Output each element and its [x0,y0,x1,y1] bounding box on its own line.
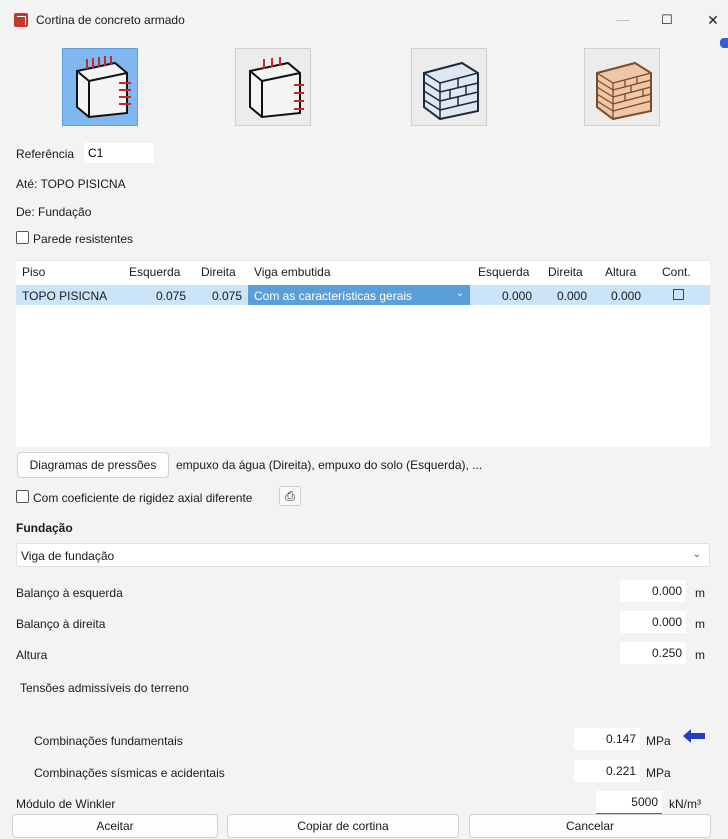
block-wall-icon [423,61,479,121]
ate-label: Até: TOPO PISICNA [16,177,126,191]
comb-sismicas-input[interactable]: 0.221 [574,760,640,782]
cancelar-button[interactable]: Cancelar [469,814,711,838]
comb-sismicas-label: Combinações sísmicas e acidentais [34,766,225,780]
fundacao-type-select[interactable]: Viga de fundação ⌄ [16,543,710,567]
arrow-left-icon[interactable] [683,729,705,743]
copiar-cortina-button[interactable]: Copiar de cortina [227,814,459,838]
balanco-direita-unit: m [695,617,705,631]
rigidez-label: Com coeficiente de rigidez axial diferen… [33,491,253,505]
col-header-esquerda[interactable]: Esquerda [129,265,180,279]
floors-grid: Piso Esquerda Direita Viga embutida Esqu… [16,260,710,447]
side-indicator [720,38,728,48]
viga-embutida-value: Com as características gerais [254,289,413,303]
winkler-label: Módulo de Winkler [16,797,116,811]
wall-type-block-button[interactable] [411,48,487,126]
chevron-down-icon: ⌄ [455,288,464,299]
fundacao-heading: Fundação [16,521,73,535]
de-label: De: Fundação [16,205,92,219]
print-icon[interactable]: ⎙ [279,486,301,506]
reference-label: Referência [16,147,75,161]
comb-fundamentais-input[interactable]: 0.147 [574,728,640,750]
col-header-altura[interactable]: Altura [605,265,636,279]
cell-direita[interactable]: 0.075 [186,289,242,303]
col-header-direita-2[interactable]: Direita [548,265,583,279]
wall-type-concrete-right-button[interactable] [235,48,311,126]
balanco-esquerda-input[interactable]: 0.000 [620,580,686,602]
wall-type-concrete-both-button[interactable] [62,48,138,126]
cont-checkbox[interactable] [673,289,684,300]
balanco-esquerda-label: Balanço à esquerda [16,586,123,600]
parede-resistentes-checkbox[interactable] [16,231,29,244]
brick-wall-icon [596,61,652,121]
app-icon [14,13,28,27]
altura-input[interactable]: 0.250 [620,642,686,664]
table-row[interactable]: TOPO PISICNA 0.075 0.075 Com as caracter… [16,285,710,305]
col-header-viga-embutida[interactable]: Viga embutida [254,265,331,279]
concrete-wall-thrust-both-icon [76,56,131,119]
col-header-esquerda-2[interactable]: Esquerda [478,265,529,279]
viga-embutida-select[interactable]: Com as características gerais ⌄ [248,285,470,305]
parede-resistentes-label: Parede resistentes [33,232,134,246]
close-button[interactable]: ✕ [698,8,728,32]
col-header-direita[interactable]: Direita [201,265,236,279]
tensoes-label: Tensões admissíveis do terreno [20,681,189,695]
cell-altura[interactable]: 0.000 [587,289,641,303]
concrete-wall-thrust-right-icon [249,57,304,119]
balanco-direita-input[interactable]: 0.000 [620,611,686,633]
chevron-down-icon: ⌄ [692,549,701,560]
wall-type-brick-button[interactable] [584,48,660,126]
winkler-input[interactable]: 5000 [596,791,662,815]
rigidez-checkbox[interactable] [16,490,29,503]
winkler-unit: kN/m³ [669,797,701,811]
col-header-piso[interactable]: Piso [22,265,45,279]
window-title: Cortina de concreto armado [36,13,185,27]
cell-piso[interactable]: TOPO PISICNA [22,289,107,303]
col-header-cont[interactable]: Cont. [662,265,691,279]
balanco-direita-label: Balanço à direita [16,617,106,631]
title-bar: Cortina de concreto armado — ☐ ✕ [0,0,728,40]
altura-label: Altura [16,648,48,662]
comb-fundamentais-label: Combinações fundamentais [34,734,183,748]
altura-unit: m [695,648,705,662]
minimize-button[interactable]: — [608,8,638,32]
fundacao-type-value: Viga de fundação [21,549,115,563]
reference-input[interactable] [84,143,154,163]
pressure-diagrams-button[interactable]: Diagramas de pressões [17,452,169,478]
maximize-button[interactable]: ☐ [652,8,682,32]
cell-esquerda-2[interactable]: 0.000 [472,289,532,303]
balanco-esquerda-unit: m [695,586,705,600]
comb-sismicas-unit: MPa [646,766,671,780]
cell-direita-2[interactable]: 0.000 [532,289,587,303]
comb-fundamentais-unit: MPa [646,734,671,748]
cell-esquerda[interactable]: 0.075 [126,289,186,303]
pressures-summary: empuxo da água (Direita), empuxo do solo… [176,458,483,472]
aceitar-button[interactable]: Aceitar [12,814,218,838]
